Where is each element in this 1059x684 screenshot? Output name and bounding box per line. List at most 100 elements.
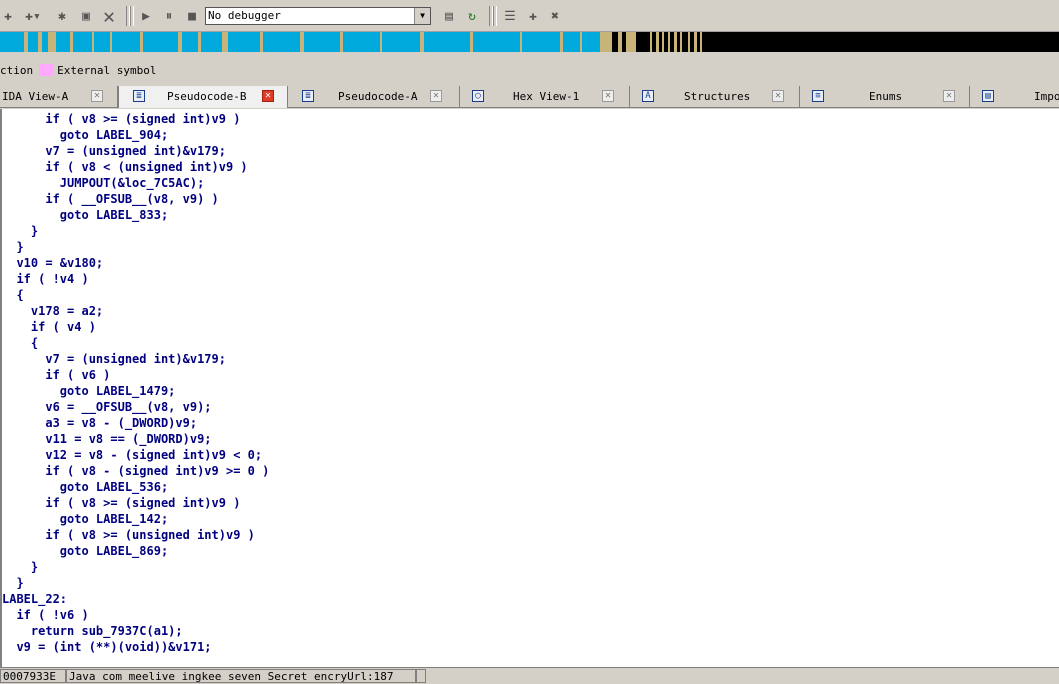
navigation-segment	[92, 32, 94, 52]
code-line[interactable]: goto LABEL_904;	[2, 127, 168, 143]
code-line[interactable]: v9 = (int (**)(void))&v171;	[2, 639, 211, 655]
stop-icon[interactable]: ■	[183, 6, 201, 26]
code-line[interactable]: if ( v8 >= (signed int)v9 )	[2, 111, 240, 127]
tab-label: Pseudocode-A	[338, 90, 418, 103]
code-line[interactable]: a3 = v8 - (_DWORD)v9;	[2, 415, 197, 431]
navigation-segment	[688, 32, 690, 52]
toolbar: ✚ ✚▾ ✱ ▣ ✕ ▶ ⏸ ■ No debugger ▼ ▤ ↻ ☰ ✚ ✖	[0, 0, 1059, 32]
close-icon[interactable]: ✕	[772, 90, 784, 102]
code-line[interactable]: {	[2, 335, 38, 351]
navigation-segment	[700, 32, 702, 52]
navigation-segment	[650, 32, 652, 52]
code-line[interactable]: v11 = v8 == (_DWORD)v9;	[2, 431, 211, 447]
gear-icon[interactable]: ✱	[54, 6, 70, 26]
code-line[interactable]: goto LABEL_142;	[2, 511, 168, 527]
code-line[interactable]: if ( v6 )	[2, 367, 110, 383]
tab-label: Structures	[684, 90, 751, 103]
close-icon[interactable]: ✕	[602, 90, 614, 102]
close-icon[interactable]: ✕	[943, 90, 955, 102]
refresh-icon[interactable]: ↻	[463, 6, 481, 26]
navigation-segment	[222, 32, 228, 52]
add-dropdown-icon[interactable]: ✚▾	[20, 6, 46, 26]
navigation-segment	[110, 32, 112, 52]
code-line[interactable]: goto LABEL_1479;	[2, 383, 176, 399]
code-line[interactable]: }	[2, 223, 38, 239]
code-line[interactable]: v7 = (unsigned int)&v179;	[2, 143, 226, 159]
code-line[interactable]: if ( !v6 )	[2, 607, 88, 623]
navigation-segment	[626, 32, 636, 52]
code-line[interactable]: goto LABEL_869;	[2, 543, 168, 559]
navigation-segment	[560, 32, 563, 52]
code-line[interactable]: goto LABEL_536;	[2, 479, 168, 495]
close-icon[interactable]: ✕	[262, 90, 274, 102]
chevron-down-icon[interactable]: ▼	[414, 8, 430, 24]
navigation-segment	[340, 32, 343, 52]
code-line[interactable]: LABEL_22:	[2, 591, 67, 607]
navigation-segment	[674, 32, 677, 52]
code-line[interactable]: if ( v8 < (unsigned int)v9 )	[2, 159, 247, 175]
status-location: Java_com_meelive_ingkee_seven_Secret_enc…	[66, 669, 416, 683]
code-line[interactable]: v10 = &v180;	[2, 255, 103, 271]
close-icon[interactable]: ✕	[91, 90, 103, 102]
navigation-segment	[520, 32, 522, 52]
navigation-segment	[300, 32, 304, 52]
tab-label: Hex View-1	[513, 90, 580, 103]
debugger-select[interactable]: No debugger ▼	[205, 7, 431, 25]
tab-bar: IDA View-A ✕ ≣ Pseudocode-B ✕ ≣ Pseudocode-A ✕ ◯…	[0, 86, 1059, 108]
clear-breakpoint-icon[interactable]: ✖	[546, 6, 564, 26]
tab-ida-view-a[interactable]: IDA View-A ✕	[0, 86, 118, 108]
tab-impo[interactable]: ▤ Impo	[970, 86, 1059, 108]
navigation-segment	[600, 32, 612, 52]
list-icon[interactable]: ☰	[501, 6, 519, 26]
tab-structures[interactable]: A Structures ✕	[630, 86, 800, 108]
add-breakpoint-icon[interactable]: ✚	[524, 6, 542, 26]
enums-icon: ≡	[812, 90, 824, 102]
navigation-segment	[470, 32, 473, 52]
imports-icon: ▤	[982, 90, 994, 102]
code-line[interactable]: }	[2, 239, 23, 255]
code-line[interactable]: if ( v8 >= (signed int)v9 )	[2, 495, 240, 511]
code-line[interactable]: if ( v4 )	[2, 319, 96, 335]
pseudocode-editor[interactable]: if ( v8 >= (signed int)v9 ) goto LABEL_9…	[0, 109, 1059, 667]
image-icon[interactable]: ▣	[77, 6, 95, 26]
code-line[interactable]: return sub_7937C(a1);	[2, 623, 183, 639]
close-icon[interactable]: ✕	[99, 4, 119, 28]
code-line[interactable]: }	[2, 575, 23, 591]
code-line[interactable]: if ( v8 - (signed int)v9 >= 0 )	[2, 463, 269, 479]
navigation-band[interactable]	[0, 32, 1059, 52]
status-address: 0007933E	[0, 669, 66, 683]
navigation-segment	[580, 32, 582, 52]
code-line[interactable]: v12 = v8 - (signed int)v9 < 0;	[2, 447, 262, 463]
code-line[interactable]: goto LABEL_833;	[2, 207, 168, 223]
code-line[interactable]: if ( __OFSUB__(v8, v9) )	[2, 191, 218, 207]
pseudocode-icon: ≣	[133, 90, 145, 102]
structures-icon: A	[642, 90, 654, 102]
code-line[interactable]: if ( !v4 )	[2, 271, 88, 287]
hex-icon: ◯	[472, 90, 484, 102]
add-icon[interactable]: ✚	[0, 6, 16, 26]
tab-enums[interactable]: ≡ Enums ✕	[800, 86, 970, 108]
code-line[interactable]: if ( v8 >= (unsigned int)v9 )	[2, 527, 255, 543]
status-filler	[416, 669, 426, 683]
tab-pseudocode-a[interactable]: ≣ Pseudocode-A ✕	[288, 86, 460, 108]
navigation-segment	[24, 32, 28, 52]
tab-pseudocode-b[interactable]: ≣ Pseudocode-B ✕	[118, 86, 288, 108]
navigation-segment	[420, 32, 424, 52]
play-icon[interactable]: ▶	[137, 6, 155, 26]
binary-icon[interactable]: ▤	[440, 6, 458, 26]
navigation-segment	[618, 32, 622, 52]
code-line[interactable]: v6 = __OFSUB__(v8, v9);	[2, 399, 211, 415]
code-line[interactable]: }	[2, 559, 38, 575]
pseudocode-icon: ≣	[302, 90, 314, 102]
navigation-segment	[140, 32, 143, 52]
tab-hex-view-1[interactable]: ◯ Hex View-1 ✕	[460, 86, 630, 108]
code-line[interactable]: v7 = (unsigned int)&v179;	[2, 351, 226, 367]
pause-icon[interactable]: ⏸	[160, 6, 178, 26]
navigation-segment	[668, 32, 670, 52]
code-line[interactable]: JUMPOUT(&loc_7C5AC);	[2, 175, 205, 191]
navigation-segment	[662, 32, 664, 52]
code-line[interactable]: v178 = a2;	[2, 303, 103, 319]
close-icon[interactable]: ✕	[430, 90, 442, 102]
code-line[interactable]: {	[2, 287, 23, 303]
navigation-segment	[48, 32, 56, 52]
